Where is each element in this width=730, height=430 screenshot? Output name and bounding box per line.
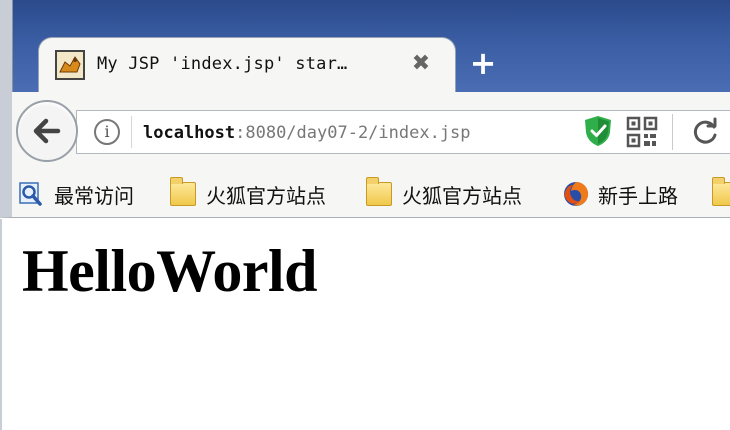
qr-code-icon[interactable] (626, 116, 658, 148)
site-info-icon[interactable]: i (94, 119, 120, 145)
tab-title: My JSP 'index.jsp' star… (97, 54, 348, 74)
bookmark-overflow[interactable] (712, 176, 730, 212)
back-button[interactable] (16, 100, 78, 162)
bookmark-most-visited[interactable]: 最常访问 (18, 176, 134, 212)
back-arrow-icon (33, 118, 61, 144)
toolbar-divider (672, 114, 673, 150)
url-text[interactable]: localhost:8080/day07-2/index.jsp (143, 120, 471, 146)
shield-icon[interactable] (582, 114, 614, 148)
bookmark-label: 火狐官方站点 (206, 183, 326, 208)
most-visited-icon (19, 182, 42, 206)
folder-icon (170, 177, 196, 206)
folder-icon (712, 177, 730, 206)
folder-icon (366, 177, 392, 206)
page-heading: HelloWorld (22, 238, 318, 304)
close-tab-icon[interactable]: ✖ (409, 50, 433, 78)
firefox-icon (564, 182, 589, 206)
url-host: localhost (143, 123, 236, 143)
bookmark-label: 最常访问 (54, 183, 134, 208)
tab-active[interactable]: My JSP 'index.jsp' star… ✖ (38, 37, 456, 93)
reload-icon[interactable] (690, 117, 720, 147)
bookmark-getting-started[interactable]: 新手上路 (562, 176, 678, 212)
bookmark-label: 新手上路 (598, 183, 678, 208)
url-path: :8080/day07-2/index.jsp (235, 123, 471, 143)
url-divider (131, 116, 132, 148)
bookmark-folder-firefox-sites-2[interactable]: 火狐官方站点 (366, 176, 522, 212)
bookmark-folder-firefox-sites-1[interactable]: 火狐官方站点 (170, 176, 326, 212)
tomcat-icon (55, 50, 85, 80)
bookmark-label: 火狐官方站点 (402, 183, 522, 208)
new-tab-button[interactable]: + (466, 46, 500, 80)
